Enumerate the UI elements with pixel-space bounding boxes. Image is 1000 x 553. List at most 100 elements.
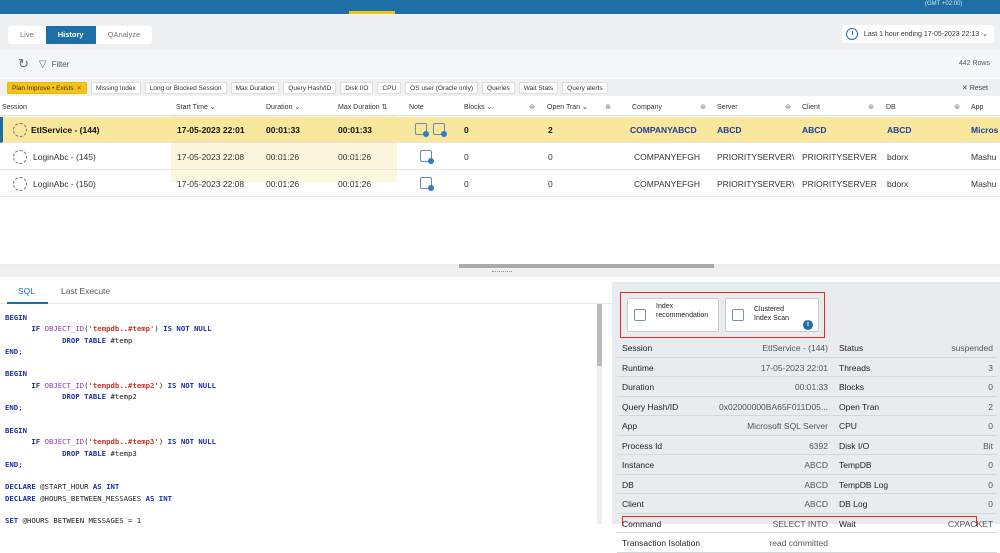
- sessions-grid: Session Start Time ⌄ Duration ⌄ Max Dura…: [0, 100, 1000, 262]
- chip-queries[interactable]: Queries: [482, 81, 515, 94]
- reset-label: Reset: [969, 85, 988, 92]
- sql-line: IF OBJECT_ID('tempdb..#temp') IS NOT NUL…: [31, 324, 212, 334]
- drag-handle-icon[interactable]: [492, 271, 512, 273]
- col-session[interactable]: Session: [2, 100, 170, 116]
- detail-label-left: Query Hash/ID: [622, 401, 679, 412]
- cell-server: PRIORITYSERVER\: [717, 179, 795, 189]
- col-blocks[interactable]: Blocks ⌄ ⊛: [464, 100, 539, 116]
- chip-missing-index[interactable]: Missing Index: [90, 81, 141, 94]
- plan-icon[interactable]: [420, 177, 434, 191]
- clustered-index-scan-button[interactable]: Clustered Index Scan i: [725, 298, 819, 332]
- info-icon[interactable]: i: [803, 320, 813, 330]
- chip-query-alerts[interactable]: Query alerts: [562, 81, 608, 94]
- detail-row: App Microsoft SQL Server CPU 0: [617, 416, 997, 436]
- sort-icon: ⇅: [381, 104, 388, 111]
- table-row[interactable]: EtlService - (144) 17-05-2023 22:01 00:0…: [0, 117, 1000, 143]
- col-open-tran[interactable]: Open Tran ⌄ ⊛: [547, 100, 615, 116]
- cell-db: bdorx: [887, 179, 909, 189]
- col-app[interactable]: App: [971, 100, 1000, 116]
- reset-button[interactable]: ✕ Reset: [962, 84, 988, 92]
- chevron-down-icon: ⌄: [294, 104, 301, 111]
- detail-value-left: 6392: [809, 440, 828, 451]
- plan-icon[interactable]: [420, 150, 434, 164]
- clock-icon: [845, 28, 858, 40]
- detail-label-left: Process Id: [622, 440, 663, 451]
- tab-history[interactable]: History: [45, 26, 96, 44]
- filter-label[interactable]: Filter: [52, 60, 70, 69]
- chevron-down-icon: ⌄: [209, 104, 216, 111]
- time-range-label: Last 1 hour ending 17-05-2023 22:13: [863, 30, 980, 38]
- detail-label-right: DB Log: [839, 499, 868, 509]
- col-start-time[interactable]: Start Time ⌄: [176, 100, 262, 116]
- filter-icon[interactable]: ▽: [39, 59, 47, 70]
- chip-cpu[interactable]: CPU: [377, 81, 402, 94]
- top-bar: (GMT +02:00): [0, 0, 1000, 14]
- cell-max-duration: 00:01:33: [338, 125, 373, 135]
- tab-live[interactable]: Live: [8, 26, 46, 44]
- session-icon: [13, 150, 27, 164]
- col-duration[interactable]: Duration ⌄: [266, 100, 336, 116]
- close-icon[interactable]: ✕: [77, 85, 82, 92]
- grid-header: Session Start Time ⌄ Duration ⌄ Max Dura…: [0, 100, 1000, 116]
- sql-line: [5, 414, 596, 425]
- sql-vertical-scrollbar[interactable]: [597, 304, 602, 524]
- sql-editor[interactable]: BEGIN IF OBJECT_ID('tempdb..#temp') IS N…: [0, 304, 596, 524]
- cell-server: ABCD: [717, 125, 742, 135]
- detail-label-left: Client: [622, 499, 644, 509]
- highlight-box: [622, 516, 977, 526]
- col-company[interactable]: Company ⊛: [632, 100, 710, 116]
- col-db[interactable]: DB ⊛: [886, 100, 964, 116]
- chevron-down-icon: ⌄: [982, 31, 988, 38]
- index-recommendation-button[interactable]: Index recommendation: [627, 298, 719, 332]
- col-label: Note: [409, 104, 424, 111]
- chip-query-hash[interactable]: Query Hash/ID: [283, 81, 337, 94]
- refresh-icon[interactable]: ↻: [18, 56, 29, 72]
- sql-line: END;: [5, 459, 23, 469]
- pin-icon[interactable]: ⊛: [954, 100, 960, 116]
- pin-icon[interactable]: ⊛: [868, 100, 874, 116]
- table-row[interactable]: LoginAbc - (145) 17-05-2023 22:08 00:01:…: [0, 144, 1000, 170]
- detail-label-right: Status: [839, 343, 864, 353]
- scrollbar-thumb[interactable]: [597, 304, 602, 366]
- detail-value-right: 0: [988, 460, 993, 470]
- detail-value-left: 0x02000000BA65F011D05...: [718, 401, 828, 412]
- time-range-selector[interactable]: Last 1 hour ending 17-05-2023 22:13 ⌄: [841, 25, 994, 43]
- chip-os-user[interactable]: OS user (Oracle only): [405, 81, 479, 94]
- tab-sql[interactable]: SQL: [18, 286, 35, 296]
- tab-qanalyze[interactable]: QAnalyze: [96, 26, 153, 44]
- cell-client: PRIORITYSERVER: [802, 152, 877, 162]
- tab-last-execute[interactable]: Last Execute: [61, 286, 110, 296]
- chip-wait-stats[interactable]: Wait Stats: [518, 81, 559, 94]
- chip-disk-io[interactable]: Disk I/O: [340, 81, 374, 94]
- detail-row: Query Hash/ID 0x02000000BA65F011D05... Ope…: [617, 397, 997, 416]
- recommendations-highlight: Index recommendation Clustered Index Sca…: [620, 292, 825, 338]
- col-label: Open Tran: [547, 104, 581, 111]
- pin-icon[interactable]: ⊛: [529, 100, 535, 116]
- index-icon[interactable]: [415, 123, 429, 137]
- col-note[interactable]: Note: [409, 100, 459, 116]
- sql-line: END;: [5, 403, 23, 413]
- pin-icon[interactable]: ⊛: [700, 100, 706, 116]
- row-count: 442 Rows: [958, 60, 990, 67]
- cell-client: ABCD: [802, 125, 827, 135]
- pin-icon[interactable]: ⊛: [605, 100, 611, 116]
- chip-max-duration[interactable]: Max Duration: [230, 81, 280, 94]
- detail-label-right: TempDB Log: [839, 479, 889, 490]
- cell-duration: 00:01:26: [266, 179, 300, 189]
- sql-line: [5, 470, 596, 481]
- col-max-duration[interactable]: Max Duration ⇅: [338, 100, 404, 116]
- col-label: Company: [632, 104, 662, 111]
- pin-icon[interactable]: ⊛: [785, 100, 791, 116]
- pane-splitter[interactable]: [0, 268, 1000, 277]
- plan-icon[interactable]: [433, 123, 447, 137]
- col-server[interactable]: Server ⊛: [717, 100, 795, 116]
- cell-db: bdorx: [887, 152, 909, 162]
- chip-plan-improve[interactable]: Plan Improve • Exists ✕: [7, 81, 87, 94]
- cell-duration: 00:01:26: [266, 152, 300, 162]
- chip-label: Plan Improve • Exists: [12, 84, 74, 92]
- table-row[interactable]: LoginAbc - (150) 17-05-2023 22:08 00:01:…: [0, 171, 1000, 197]
- col-client[interactable]: Client ⊛: [802, 100, 878, 116]
- cell-open-tran: 2: [548, 125, 553, 135]
- detail-label-right: Blocks: [839, 382, 865, 392]
- chip-long-blocked[interactable]: Long or Blocked Session: [144, 81, 227, 94]
